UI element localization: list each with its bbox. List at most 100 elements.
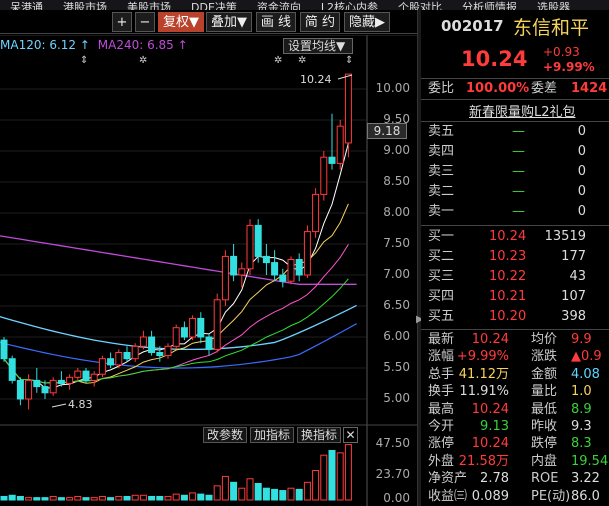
stat-label: 最低 <box>531 401 558 417</box>
order-price: 10.24 <box>489 229 527 244</box>
volume-bar <box>238 487 246 501</box>
volume-bar <box>115 495 123 501</box>
candle-body <box>262 255 270 264</box>
stat-label: 涨停 <box>428 436 455 452</box>
order-book-row[interactable]: 买三 10.22 43 <box>421 267 609 287</box>
stat-label: 跌停 <box>531 436 558 452</box>
stat-value: ▲0.9 <box>571 349 602 365</box>
order-price: 10.22 <box>489 269 527 284</box>
candle-body <box>66 376 74 384</box>
adjust-rights-dropdown[interactable]: 复权▼ <box>158 12 204 32</box>
volume-bar <box>230 481 238 501</box>
edit-params-button[interactable]: 改参数 <box>203 427 248 443</box>
order-book-row[interactable]: 卖四 — 0 <box>421 142 609 162</box>
stat-label: PE(动) <box>531 488 571 504</box>
price-tick-label: 7.00 <box>383 267 410 281</box>
latest-price: 10.24 <box>461 47 528 71</box>
high-price-label: 10.24 <box>300 73 332 86</box>
price-tick-label: 7.50 <box>383 236 410 250</box>
price-tick-label: 8.00 <box>383 205 410 219</box>
candle-body <box>131 345 139 360</box>
order-book-row[interactable]: 买一 10.24 13519 <box>421 227 609 247</box>
commission-ratio-label: 委比 <box>428 81 455 96</box>
stat-row: 收益㈢ 0.089 PE(动) 86.0 <box>421 488 609 505</box>
order-qty: 0 <box>577 184 586 199</box>
candle-body <box>115 352 123 366</box>
zoom-out-button[interactable]: − <box>135 12 155 32</box>
price-tick-label: 5.50 <box>383 360 410 374</box>
order-book-row[interactable]: 买二 10.23 177 <box>421 247 609 267</box>
order-book-row[interactable]: 卖五 — 0 <box>421 122 609 142</box>
candle-body <box>303 231 311 276</box>
candle-body <box>271 262 279 276</box>
candle-body <box>25 379 33 400</box>
volume-bar <box>0 495 8 501</box>
volume-bar <box>49 495 57 501</box>
hide-panel-button[interactable]: 隐藏▶ <box>344 12 390 32</box>
candle-body <box>107 358 115 366</box>
close-indicator-icon[interactable]: ✕ <box>343 427 358 443</box>
candle-body <box>197 317 205 338</box>
stat-label: 今开 <box>428 419 455 434</box>
candle-body <box>254 224 262 257</box>
volume-bar <box>156 495 164 501</box>
chart-toolbar: + − 复权▼ 叠加▼ 画 线 简 约 隐藏▶ <box>0 10 420 34</box>
commission-row: 委比 100.00% 委差 1424 <box>421 79 609 98</box>
volume-bar <box>254 482 262 501</box>
stat-row: 净资产 2.78 ROE 3.22 <box>421 470 609 487</box>
candle-body <box>148 336 156 353</box>
volume-bar <box>98 495 106 501</box>
candle-body <box>0 339 8 360</box>
stat-label: 昨收 <box>531 419 558 434</box>
stat-value: 9.13 <box>480 419 509 434</box>
order-book-row[interactable]: 买四 10.21 107 <box>421 287 609 307</box>
candle-body <box>90 373 98 381</box>
stock-name: 东信和平 <box>513 17 590 39</box>
order-book-row[interactable]: 买五 10.20 398 <box>421 307 609 327</box>
menu-item-1[interactable]: 港股市场 <box>53 2 117 10</box>
volume-bar <box>287 487 295 501</box>
event-marker-icon: ⇕ <box>80 55 88 66</box>
menu-item-2[interactable]: 美股市场 <box>117 2 181 10</box>
volume-bar <box>90 497 98 501</box>
order-book-row[interactable]: 卖三 — 0 <box>421 162 609 182</box>
candle-body <box>287 259 295 282</box>
menu-item-4[interactable]: 资金流向 <box>247 2 311 10</box>
volume-bar <box>180 494 188 501</box>
volume-bar <box>328 449 336 501</box>
candle-body <box>344 73 352 144</box>
menu-item-6[interactable]: 个股对比 <box>388 2 452 10</box>
order-book-row[interactable]: 卖一 — 0 <box>421 202 609 222</box>
promo-link[interactable]: 新春限量购L2礼包 <box>469 101 576 120</box>
switch-indicator-button[interactable]: 换指标 <box>297 427 342 443</box>
draw-line-button[interactable]: 画 线 <box>256 12 296 32</box>
volume-bar <box>66 497 74 501</box>
order-level-label: 卖二 <box>428 184 455 199</box>
stat-value: 41.12万 <box>458 366 509 382</box>
stat-label: 内盘 <box>531 453 558 469</box>
menu-item-3[interactable]: DDE决策 <box>181 2 247 10</box>
menu-item-7[interactable]: 分析师情报 <box>452 2 527 10</box>
menu-item-5[interactable]: L2核心内参 <box>311 2 388 10</box>
stat-value: 9.3 <box>571 419 592 434</box>
stat-label: 净资产 <box>428 471 468 487</box>
add-indicator-button[interactable]: 加指标 <box>250 427 295 443</box>
volume-bar <box>172 493 180 501</box>
divider <box>421 99 609 100</box>
stat-row: 涨幅 +9.99% 涨跌 ▲0.9 <box>421 348 609 365</box>
simple-mode-button[interactable]: 简 约 <box>300 12 340 32</box>
overlay-dropdown[interactable]: 叠加▼ <box>206 12 252 32</box>
stat-label: 涨跌 <box>531 349 558 365</box>
order-book-row[interactable]: 卖二 — 0 <box>421 182 609 202</box>
price-tick-label: 5.00 <box>383 391 410 405</box>
order-price: 10.21 <box>489 289 527 304</box>
candle-body <box>295 259 303 276</box>
stat-row: 外盘 21.58万 内盘 19.54 <box>421 453 609 470</box>
volume-bar <box>25 497 33 501</box>
stat-label: 量比 <box>531 384 558 400</box>
menu-item-8[interactable]: 选股器 <box>527 2 580 10</box>
volume-bar <box>295 488 303 501</box>
candle-body <box>189 317 197 338</box>
zoom-in-button[interactable]: + <box>112 12 132 32</box>
menu-item-0[interactable]: 呆港通 <box>0 2 53 10</box>
